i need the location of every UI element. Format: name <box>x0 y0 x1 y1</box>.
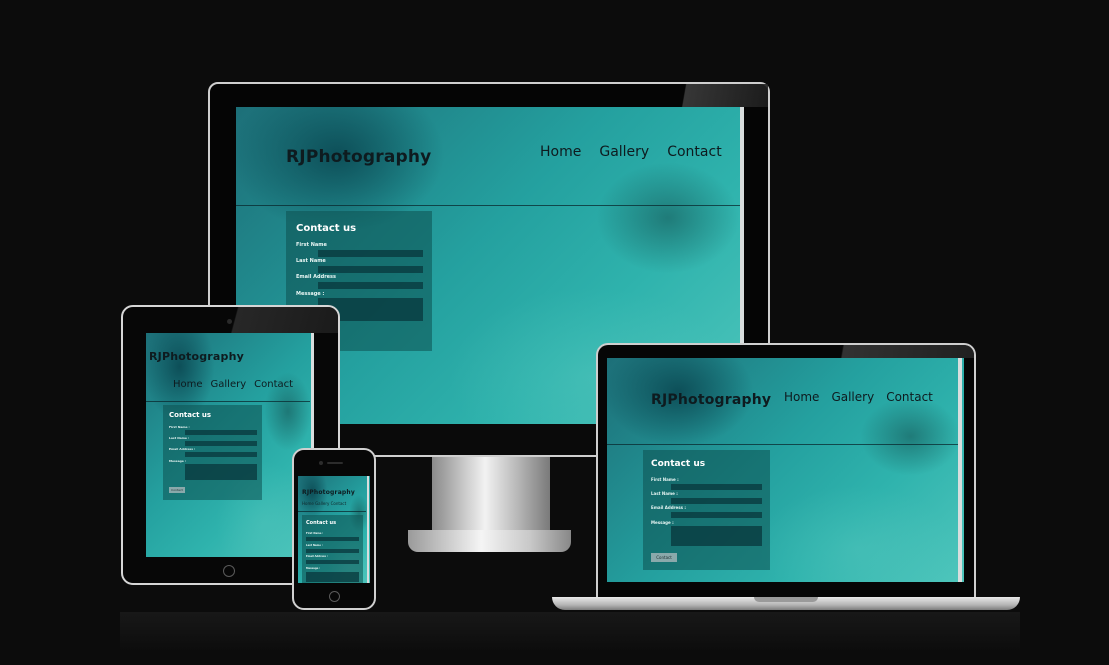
phone-screen: RJPhotography Home Gallery Contact Conta… <box>298 476 370 583</box>
phone-first-name-label: First Name : <box>306 532 324 535</box>
phone-message-label: Message : <box>306 567 321 570</box>
laptop-screen: RJPhotography Home Gallery Contact Conta… <box>607 358 964 582</box>
laptop-contact-title: Contact us <box>651 459 706 469</box>
first-name-label: First Name <box>296 242 327 248</box>
phone-contact-card: Contact us First Name : Last Name : Emai… <box>302 515 363 583</box>
tablet-email-input[interactable] <box>185 452 257 457</box>
phone-contact-title: Contact us <box>306 520 337 526</box>
laptop-nav: Home Gallery Contact <box>784 390 933 404</box>
laptop-nav-home[interactable]: Home <box>784 390 819 404</box>
laptop-notch <box>754 597 818 602</box>
laptop-divider <box>607 444 961 445</box>
laptop-last-name-input[interactable] <box>671 498 762 504</box>
laptop-last-name-label: Last Name : <box>651 491 678 496</box>
tablet-nav-gallery[interactable]: Gallery <box>211 379 247 390</box>
last-name-input[interactable] <box>318 266 423 273</box>
header-divider <box>236 205 740 206</box>
laptop-nav-contact[interactable]: Contact <box>886 390 933 404</box>
phone-last-name-label: Last Name : <box>306 544 323 547</box>
tablet-contact-card: Contact us First Name : Last Name : Emai… <box>163 405 262 500</box>
tablet-divider <box>146 401 310 402</box>
tablet-nav-home[interactable]: Home <box>173 379 203 390</box>
tablet-message-textarea[interactable] <box>185 464 257 480</box>
nav-gallery[interactable]: Gallery <box>599 144 649 160</box>
monitor-stand-base <box>408 530 571 552</box>
tablet-email-label: Email Address : <box>169 447 196 451</box>
laptop-contact-card: Contact us First Name : Last Name : Emai… <box>643 450 770 570</box>
phone-speaker <box>327 462 343 464</box>
laptop-brand-logo[interactable]: RJPhotography <box>651 392 771 408</box>
laptop-glare <box>828 345 974 358</box>
laptop-message-textarea[interactable] <box>671 526 762 546</box>
brand-logo[interactable]: RJPhotography <box>286 147 431 167</box>
nav-contact[interactable]: Contact <box>667 144 721 160</box>
email-label: Email Address <box>296 274 337 280</box>
phone-scrollbar[interactable] <box>367 476 369 583</box>
phone-email-label: Email Address : <box>306 555 328 558</box>
first-name-input[interactable] <box>318 250 423 257</box>
phone-home-button[interactable] <box>329 591 340 602</box>
phone-nav[interactable]: Home Gallery Contact <box>302 501 346 506</box>
tablet-last-name-label: Last Name : <box>169 436 190 440</box>
tablet-contact-title: Contact us <box>169 411 212 419</box>
phone-last-name-input[interactable] <box>306 549 359 553</box>
laptop-scrollbar[interactable] <box>958 358 962 582</box>
phone-email-input[interactable] <box>306 560 359 564</box>
laptop-first-name-label: First Name : <box>651 477 679 482</box>
tablet-submit-button[interactable]: Contact <box>169 487 185 493</box>
last-name-label: Last Name <box>296 258 326 264</box>
phone-brand-logo[interactable]: RJPhotography <box>302 489 355 496</box>
monitor-stand-neck <box>432 456 550 536</box>
tablet-first-name-label: First Name : <box>169 425 190 429</box>
nav-home[interactable]: Home <box>540 144 581 160</box>
tablet-home-button[interactable] <box>223 565 235 577</box>
laptop-email-label: Email Address : <box>651 505 686 510</box>
tablet-message-label: Message : <box>169 459 187 463</box>
phone-divider <box>298 511 366 512</box>
tablet-first-name-input[interactable] <box>185 430 257 435</box>
monitor-glare <box>664 84 768 107</box>
phone-message-textarea[interactable] <box>306 572 359 582</box>
tablet-nav: Home Gallery Contact <box>173 379 293 390</box>
laptop-submit-button[interactable]: Contact <box>651 553 677 562</box>
floor-reflection <box>120 612 1020 652</box>
message-label: Message : <box>296 291 325 297</box>
tablet-nav-contact[interactable]: Contact <box>254 379 293 390</box>
tablet-glare <box>214 307 338 333</box>
laptop-nav-gallery[interactable]: Gallery <box>831 390 874 404</box>
laptop-email-input[interactable] <box>671 512 762 518</box>
contact-title: Contact us <box>296 223 357 234</box>
laptop-first-name-input[interactable] <box>671 484 762 490</box>
phone-camera <box>319 461 323 465</box>
main-nav: Home Gallery Contact <box>540 144 722 160</box>
tablet-screen: RJPhotography Home Gallery Contact Conta… <box>146 333 313 557</box>
tablet-last-name-input[interactable] <box>185 441 257 446</box>
phone-first-name-input[interactable] <box>306 537 359 541</box>
email-input[interactable] <box>318 282 423 289</box>
tablet-brand-logo[interactable]: RJPhotography <box>149 350 244 363</box>
laptop-message-label: Message : <box>651 520 674 525</box>
